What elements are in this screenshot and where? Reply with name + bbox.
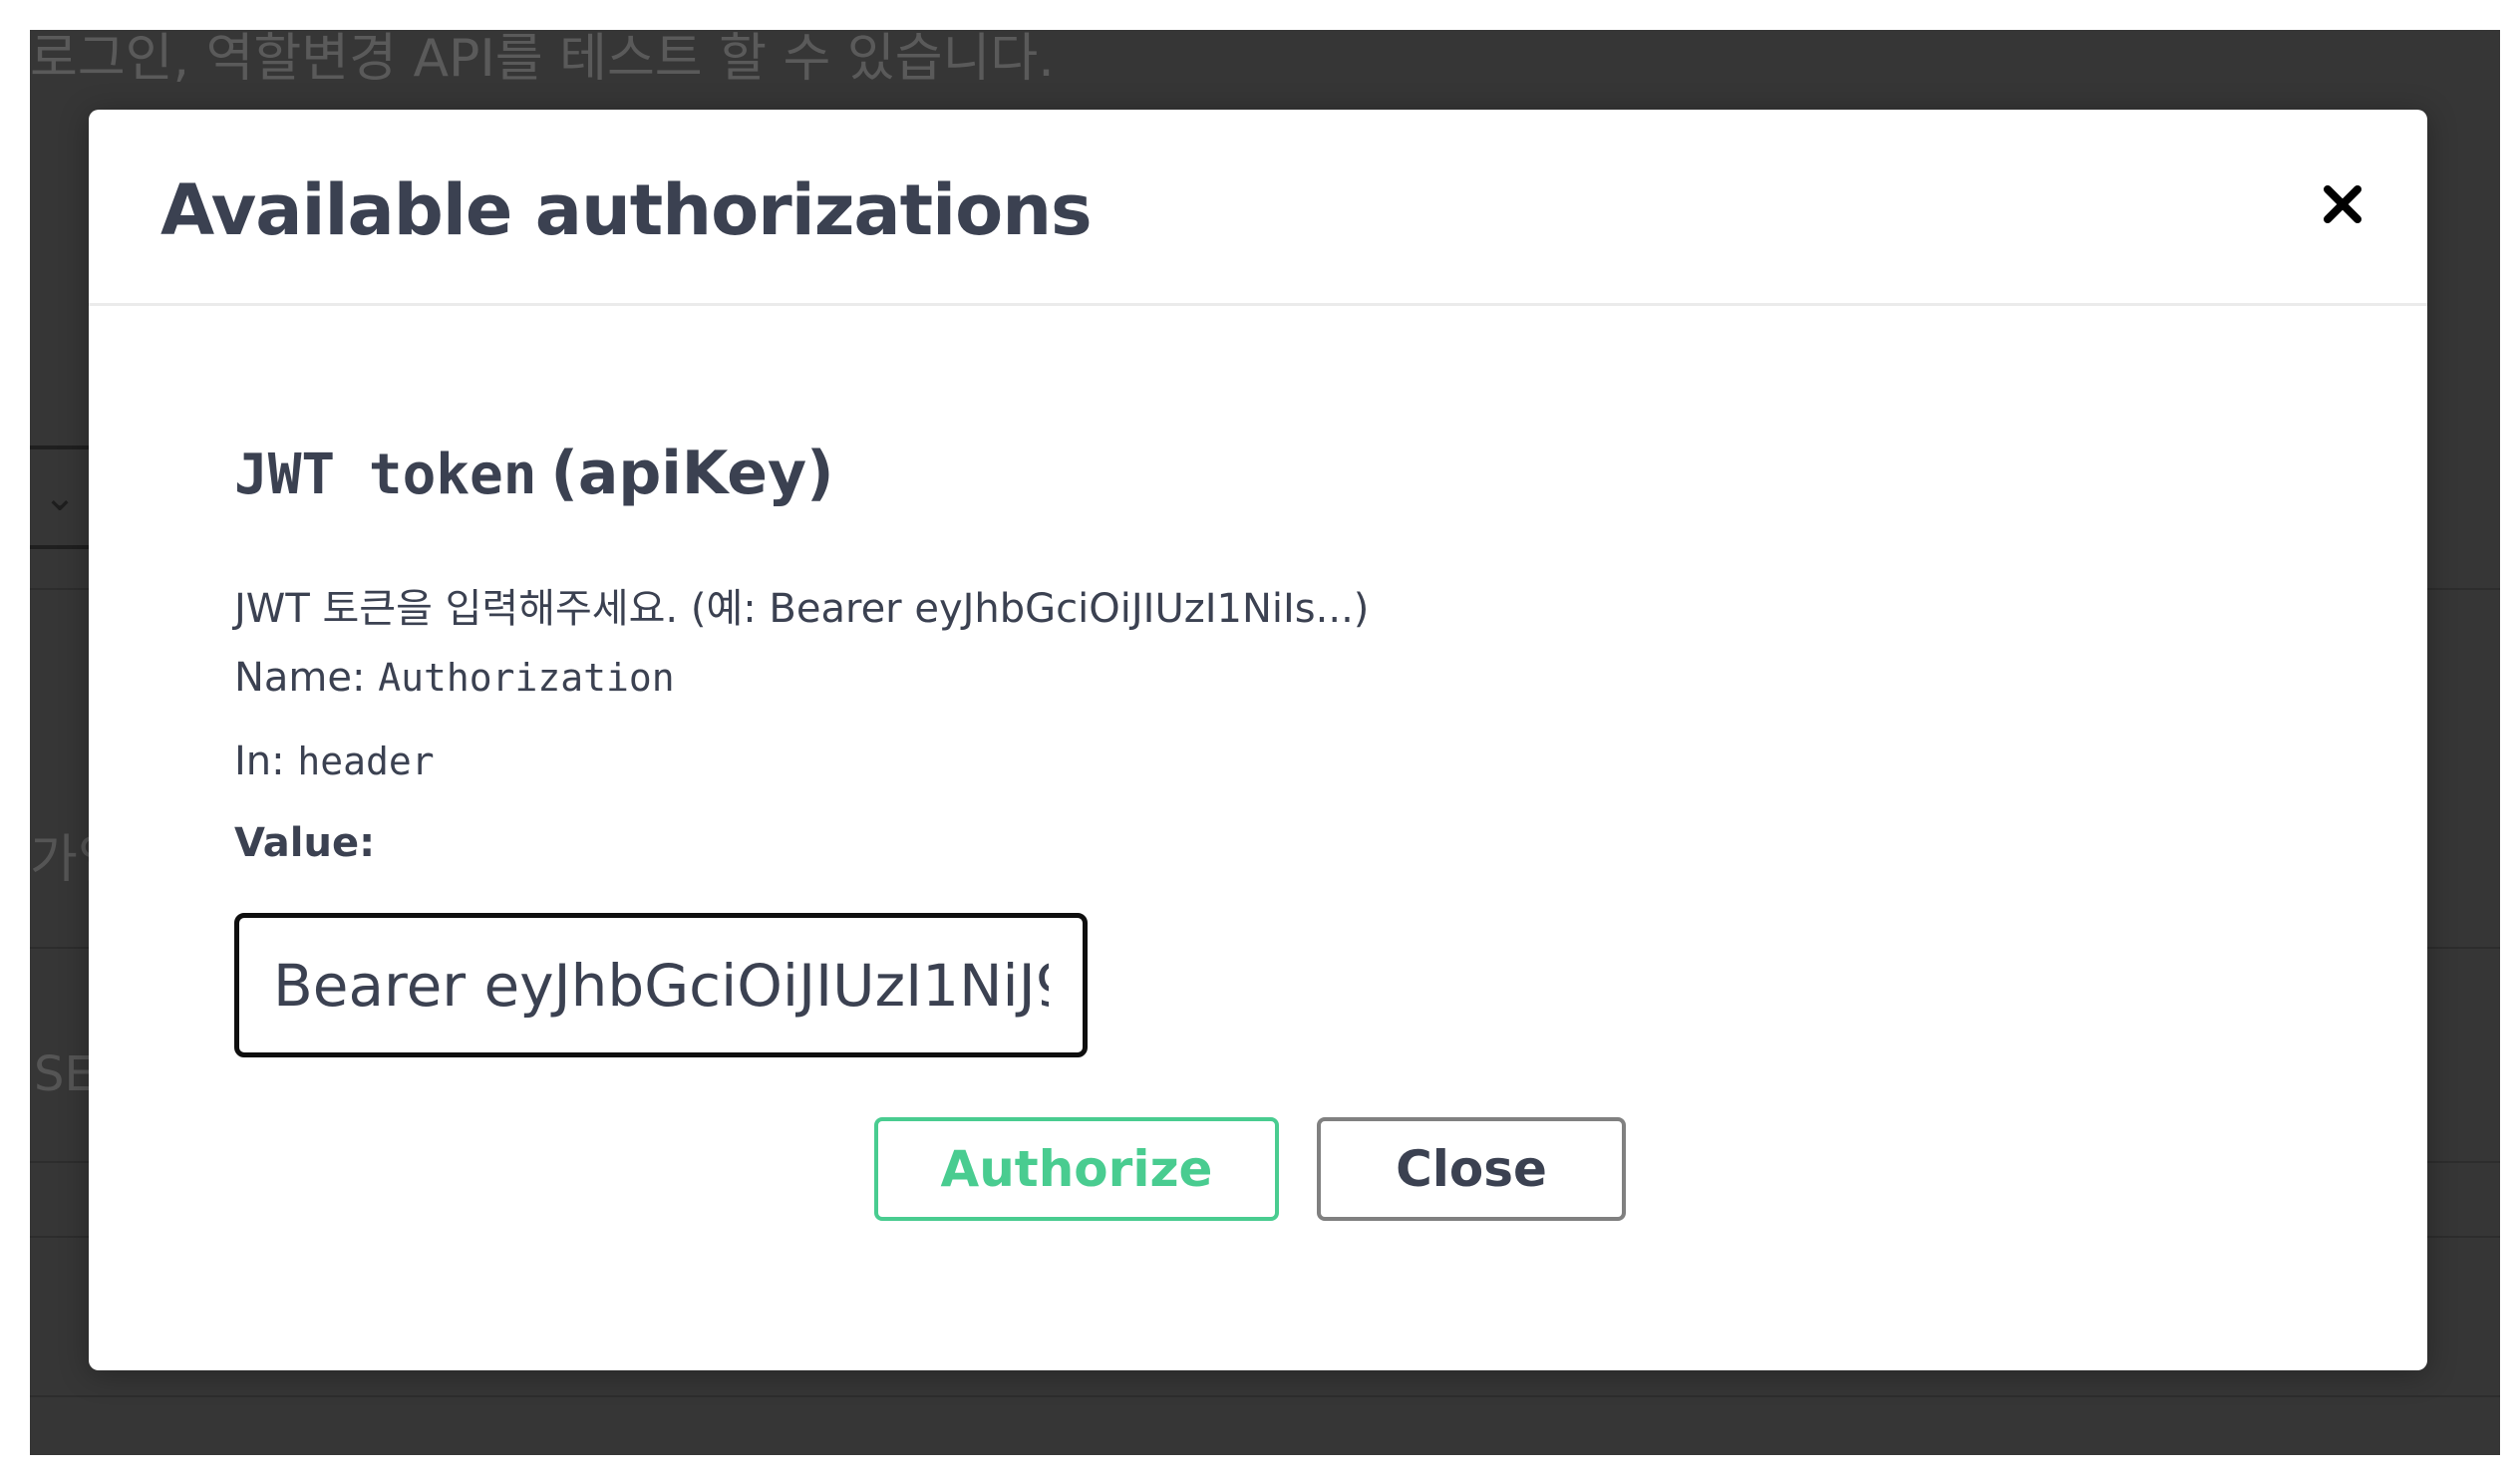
name-row: Name: Authorization bbox=[234, 636, 2328, 720]
divider bbox=[30, 1395, 2500, 1397]
scheme-title: JWT token (apiKey) bbox=[234, 439, 2328, 538]
background-select: ⌄ bbox=[30, 445, 90, 549]
auth-container: JWT token (apiKey) JWT 토큰을 입력해주세요. (예: B… bbox=[234, 439, 2328, 1057]
value-label: Value: bbox=[234, 820, 376, 866]
background-description: 로그인, 역할변경 API를 테스트 할 수 있습니다. bbox=[30, 30, 1055, 89]
name-value: Authorization bbox=[378, 656, 675, 700]
modal-header: Available authorizations bbox=[89, 110, 2427, 306]
authorize-button[interactable]: Authorize bbox=[874, 1117, 1279, 1221]
close-icon[interactable] bbox=[2308, 169, 2377, 239]
in-value: header bbox=[297, 740, 435, 783]
in-label: In: bbox=[234, 739, 285, 784]
name-label: Name: bbox=[234, 655, 366, 701]
in-row: In: header bbox=[234, 720, 2328, 803]
background-label: SE bbox=[34, 1046, 95, 1102]
close-button[interactable]: Close bbox=[1317, 1117, 1626, 1221]
authorization-modal: Available authorizations JWT token (apiK… bbox=[89, 110, 2427, 1370]
scheme-name: JWT token bbox=[234, 443, 537, 507]
scheme-description: JWT 토큰을 입력해주세요. (예: Bearer eyJhbGciOiJIU… bbox=[234, 586, 1370, 632]
modal-title: Available authorizations bbox=[160, 169, 1093, 251]
token-value-input[interactable] bbox=[234, 913, 1088, 1057]
scheme-type: (apiKey) bbox=[550, 439, 834, 508]
